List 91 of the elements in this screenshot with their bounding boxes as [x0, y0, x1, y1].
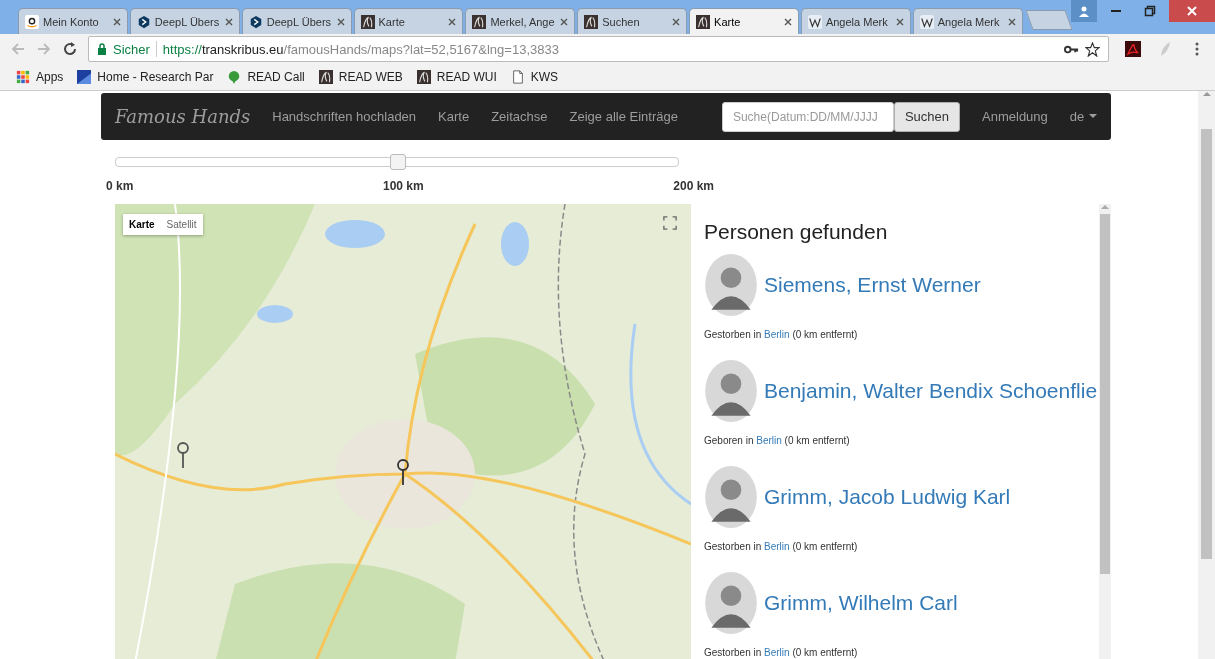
close-tab-icon[interactable]: [560, 17, 569, 26]
deepl-icon: [248, 14, 263, 29]
address-bar[interactable]: Sicher https://transkribus.eu/famousHands/maps?lat=52,5167&lng=13,3833: [88, 36, 1109, 62]
login-link[interactable]: Anmeldung: [982, 109, 1048, 124]
brand-logo[interactable]: Famous Hands: [115, 106, 251, 127]
close-tab-icon[interactable]: [1007, 17, 1016, 26]
read-logo-icon: [416, 70, 431, 84]
distance-label: 0 km: [106, 179, 134, 193]
star-icon[interactable]: [1085, 41, 1100, 57]
close-icon: [1186, 5, 1198, 17]
map-pin-icon[interactable]: [397, 459, 409, 485]
read-logo-icon: [584, 14, 599, 29]
results-heading: Personen gefunden: [704, 220, 889, 244]
avatar: [704, 466, 758, 528]
bookmark[interactable]: READ WEB: [318, 70, 403, 84]
avatar: [704, 254, 758, 316]
wikipedia-icon: [919, 14, 934, 29]
close-button[interactable]: [1169, 0, 1215, 22]
reload-icon[interactable]: [62, 41, 78, 57]
amazon-icon: [25, 14, 39, 29]
close-tab-icon[interactable]: [112, 17, 121, 26]
browser-tab[interactable]: Angela Merk: [912, 8, 1023, 34]
caret-icon: [1089, 114, 1098, 119]
speech-bubble-icon: [227, 70, 242, 84]
minimize-icon: [1111, 10, 1121, 12]
place-link[interactable]: Berlin: [764, 329, 790, 340]
slider-thumb[interactable]: [390, 154, 406, 170]
person-info: Gestorben in Berlin (0 km entfernt): [704, 647, 859, 658]
pdf-icon[interactable]: [1125, 41, 1141, 57]
page-icon: [510, 70, 525, 84]
profile-button[interactable]: [1071, 0, 1097, 22]
search-field[interactable]: Suche(Datum:DD/MM/JJJJ: [721, 101, 894, 132]
person-link[interactable]: Grimm, Wilhelm Carl: [764, 591, 958, 615]
read-logo-icon: [696, 14, 711, 29]
lock-icon: [97, 43, 107, 55]
place-link[interactable]: Berlin: [756, 435, 782, 446]
map-type-button[interactable]: Satellit: [160, 214, 203, 235]
restore-icon: [1144, 5, 1156, 17]
search-button[interactable]: Suchen: [893, 101, 961, 132]
distance-label: 200 km: [673, 179, 714, 193]
page-scrollbar[interactable]: [1198, 91, 1215, 659]
browser-tab[interactable]: Karte: [689, 8, 799, 34]
radius-slider[interactable]: [115, 157, 679, 167]
person-link[interactable]: Benjamin, Walter Bendix Schoenflie: [764, 379, 1098, 403]
square-logo-icon: [77, 70, 92, 84]
browser-tab[interactable]: Karte: [353, 8, 464, 34]
person-link[interactable]: Siemens, Ernst Werner: [764, 273, 981, 297]
place-link[interactable]: Berlin: [764, 647, 790, 658]
bookmark[interactable]: Apps: [16, 70, 64, 84]
scrollbar[interactable]: [1099, 204, 1111, 659]
security-label: Sicher: [113, 41, 150, 57]
bookmark[interactable]: READ Call: [227, 70, 305, 84]
avatar: [704, 360, 758, 422]
browser-tab[interactable]: DeepL Übers: [241, 8, 352, 34]
browser-tab[interactable]: DeepL Übers: [129, 8, 240, 34]
close-tab-icon[interactable]: [783, 17, 792, 26]
person-info: Geboren in Berlin (0 km entfernt): [704, 435, 851, 446]
place-link[interactable]: Berlin: [764, 541, 790, 552]
person-info: Gestorben in Berlin (0 km entfernt): [704, 541, 859, 552]
browser-tab[interactable]: Merkel, Ange: [465, 8, 576, 34]
person-icon: [1078, 5, 1090, 17]
bookmark[interactable]: Home - Research Par: [77, 70, 214, 84]
apps-grid-icon: [16, 70, 30, 84]
fullscreen-icon[interactable]: [663, 216, 677, 230]
nav-link[interactable]: Zeige alle Einträge: [569, 109, 678, 124]
avatar: [704, 572, 758, 634]
close-tab-icon[interactable]: [448, 17, 457, 26]
url-text: https://transkribus.eu/famousHands/maps?lat=52,5167&lng=13,3833: [162, 41, 559, 57]
map-type-button[interactable]: Karte: [123, 214, 161, 235]
browser-tab[interactable]: Mein Konto: [18, 8, 128, 34]
bookmark[interactable]: READ WUI: [416, 70, 497, 84]
read-logo-icon: [318, 70, 333, 84]
browser-tab[interactable]: Angela Merk: [800, 8, 911, 34]
close-tab-icon[interactable]: [895, 17, 904, 26]
browser-tab[interactable]: Suchen: [577, 8, 688, 34]
wikipedia-icon: [807, 14, 822, 29]
nav-link[interactable]: Karte: [438, 109, 470, 124]
close-tab-icon[interactable]: [336, 17, 345, 26]
read-logo-icon: [360, 14, 375, 29]
language-dropdown[interactable]: de: [1069, 109, 1098, 124]
nav-link[interactable]: Zeitachse: [491, 109, 548, 124]
bookmark[interactable]: KWS: [510, 70, 559, 84]
distance-label: 100 km: [382, 179, 424, 193]
deepl-icon: [136, 14, 151, 29]
person-info: Gestorben in Berlin (0 km entfernt): [704, 329, 859, 340]
nav-link[interactable]: Handschriften hochladen: [272, 109, 417, 124]
close-tab-icon[interactable]: [224, 17, 233, 26]
map-pin-icon[interactable]: [177, 442, 189, 468]
person-link[interactable]: Grimm, Jacob Ludwig Karl: [764, 485, 1011, 509]
read-logo-icon: [472, 14, 487, 29]
close-tab-icon[interactable]: [672, 17, 681, 26]
